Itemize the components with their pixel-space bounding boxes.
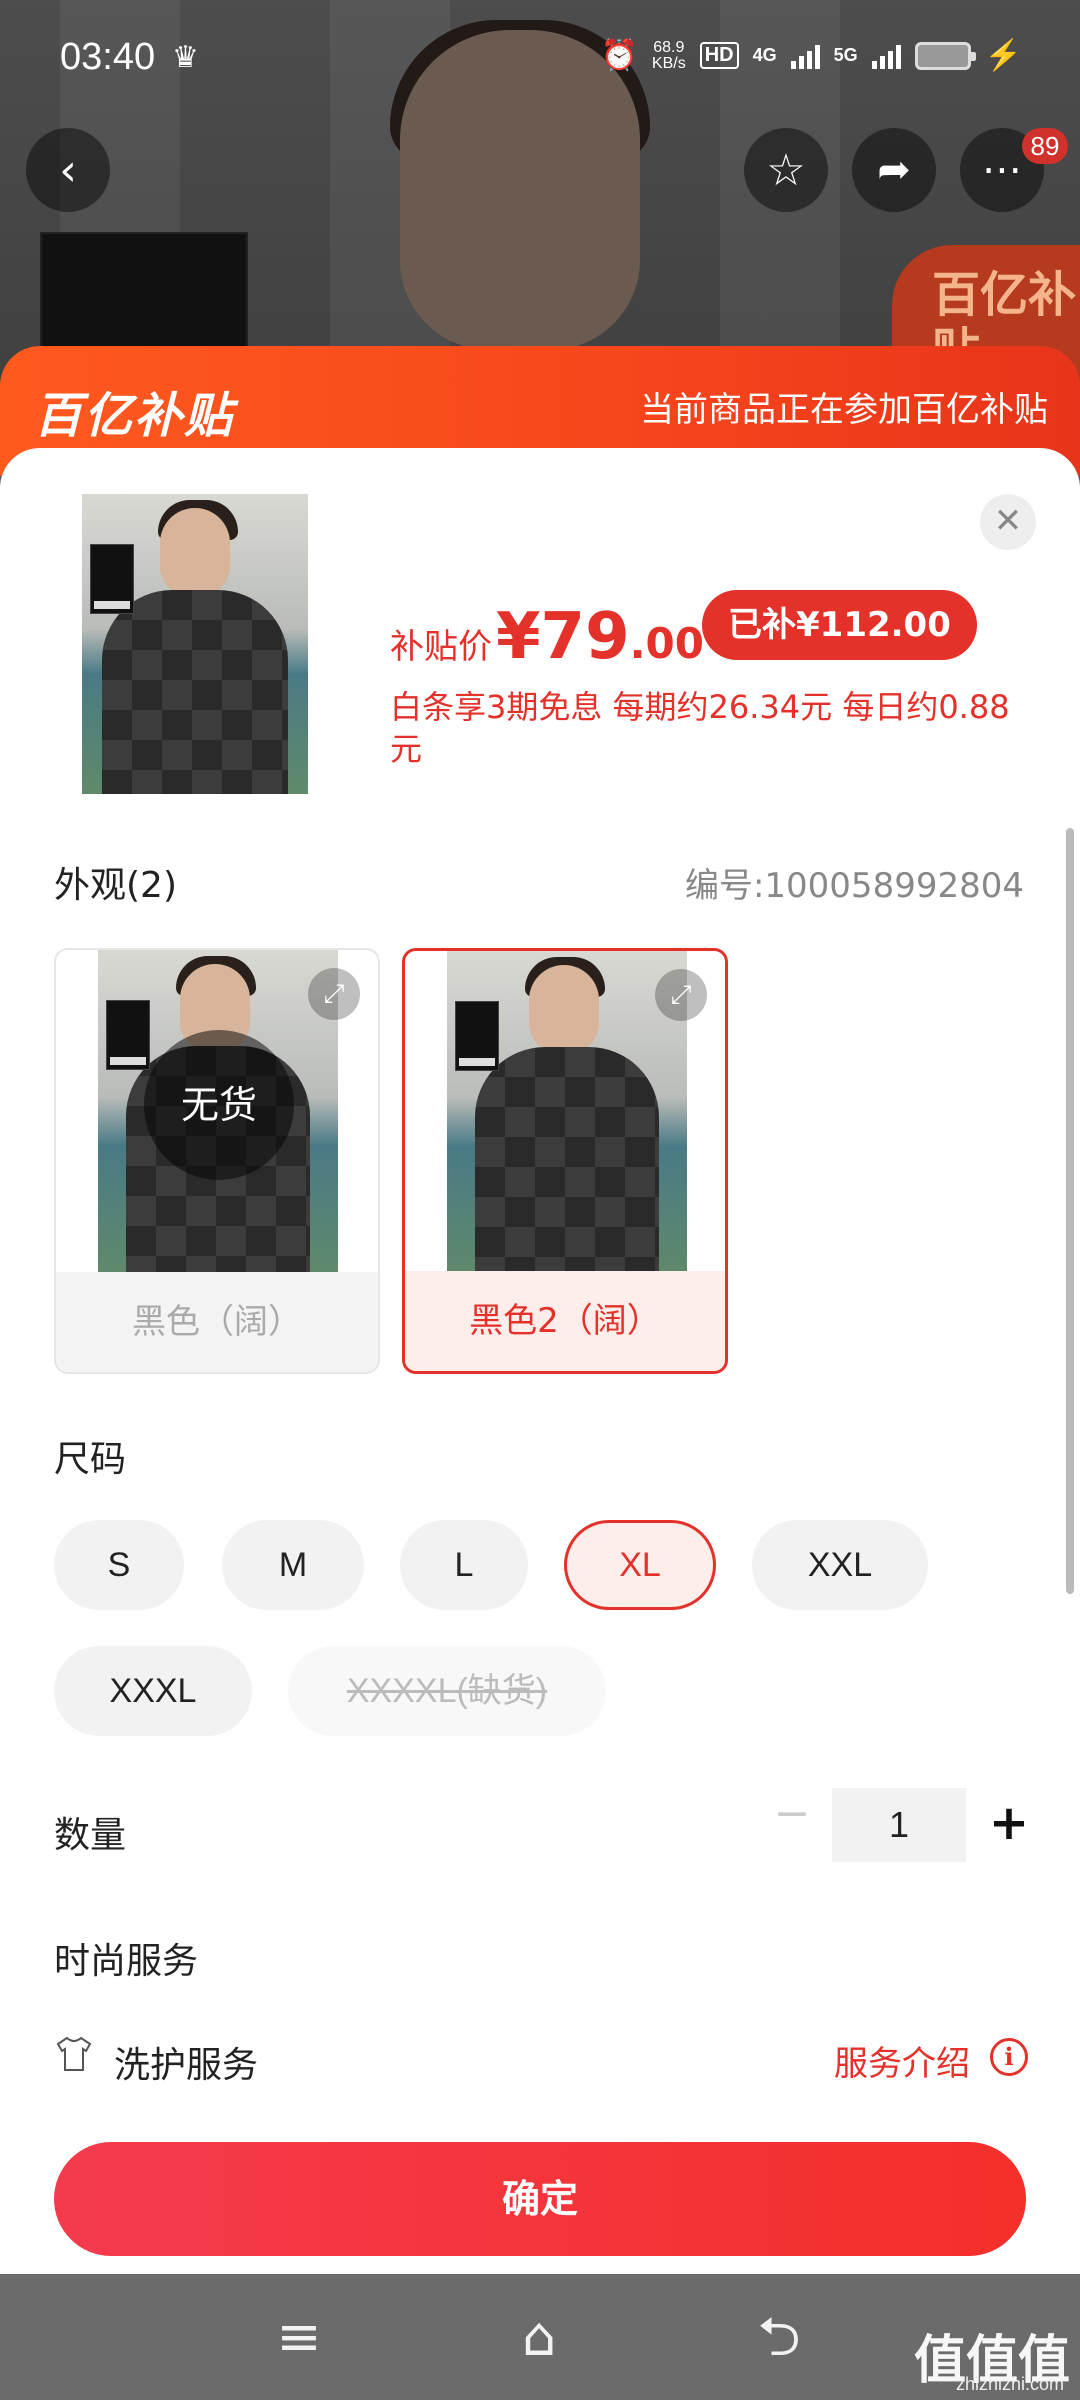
installment-info: 白条享3期免息 每期约26.34元 每日约0.88元 [390,688,1010,768]
scrollbar[interactable] [1066,828,1074,1594]
hd-label: HD [699,42,739,69]
subsidy-banner-text: 当前商品正在参加百亿补贴 [640,390,1048,430]
subsidy-logo: 百亿补贴 [34,388,235,444]
sku-code: 编号:100058992804 [684,866,1024,906]
size-option-xxxl[interactable]: XXXL [54,1646,252,1736]
network-4g-label: 4G [752,45,777,65]
service-intro-link[interactable]: 服务介绍 [834,2036,970,2085]
service-title: 时尚服务 [54,1941,199,1982]
tshirt-icon [52,2034,96,2078]
alarm-icon: ⏰ [600,39,638,72]
appearance-title: 外观(2) [54,865,177,906]
signal-icon-2 [871,43,901,69]
subsidy-price: 补贴价 ¥79 .00 [390,600,704,674]
price-decimals: .00 [629,619,704,668]
signal-icon [790,43,820,69]
sold-out-badge: 无货 [144,1030,294,1180]
quantity-value[interactable]: 1 [832,1788,966,1862]
variant-black-2[interactable]: ⤢ 黑色2（阔） [402,948,728,1374]
wash-care-service[interactable]: 洗护服务 [114,2036,258,2088]
battery-icon [914,41,976,70]
charging-icon: ⚡ [984,39,1022,72]
confirm-button[interactable]: 确定 [54,2142,1026,2256]
info-icon[interactable]: i [990,2038,1028,2076]
price-main: ¥79 [496,600,630,674]
watermark-site: zhizhizhi.com [955,2374,1064,2394]
quantity-title: 数量 [54,1815,127,1856]
status-time: 03:40 [60,36,156,78]
share-icon[interactable]: ➦ [852,128,936,212]
expand-icon[interactable]: ⤢ [655,969,707,1021]
favorite-star-icon[interactable]: ☆ [744,128,828,212]
network-speed: 68.9 KB/s [651,38,686,72]
variant-black[interactable]: ⤢ 无货 黑色（阔） [54,948,380,1374]
menu-icon[interactable]: ≡ [264,2302,334,2372]
size-option-xl[interactable]: XL [564,1520,716,1610]
home-icon[interactable]: ⌂ [504,2302,574,2372]
size-option-m[interactable]: M [222,1520,364,1610]
size-option-l[interactable]: L [400,1520,528,1610]
quantity-plus-button[interactable]: + [986,1790,1032,1860]
size-option-xxxxl-out-of-stock: XXXXL(缺货) [288,1646,606,1736]
back-icon[interactable]: ‹ [26,128,110,212]
variant-label: 黑色（阔） [56,1272,378,1372]
crown-icon: ♛ [172,40,199,75]
network-5g-label: 5G [833,45,858,65]
subsidy-amount-badge: 已补¥112.00 [702,590,977,660]
status-bar: 03:40 ♛ ⏰ 68.9 KB/s HD 4G 5G ⚡ [0,0,1080,120]
network-speed-unit: KB/s [651,54,686,72]
return-icon[interactable]: ⮌ [744,2302,814,2372]
variant-label: 黑色2（阔） [405,1271,725,1371]
network-speed-value: 68.9 [653,38,685,56]
expand-icon[interactable]: ⤢ [308,968,360,1020]
close-icon[interactable]: ✕ [980,494,1036,550]
price-label: 补贴价 [390,627,492,667]
notification-badge: 89 [1022,128,1068,164]
product-thumbnail [82,494,308,794]
quantity-minus-button[interactable]: − [772,1792,812,1836]
size-option-xxl[interactable]: XXL [752,1520,928,1610]
size-option-s[interactable]: S [54,1520,184,1610]
size-title: 尺码 [54,1439,127,1480]
